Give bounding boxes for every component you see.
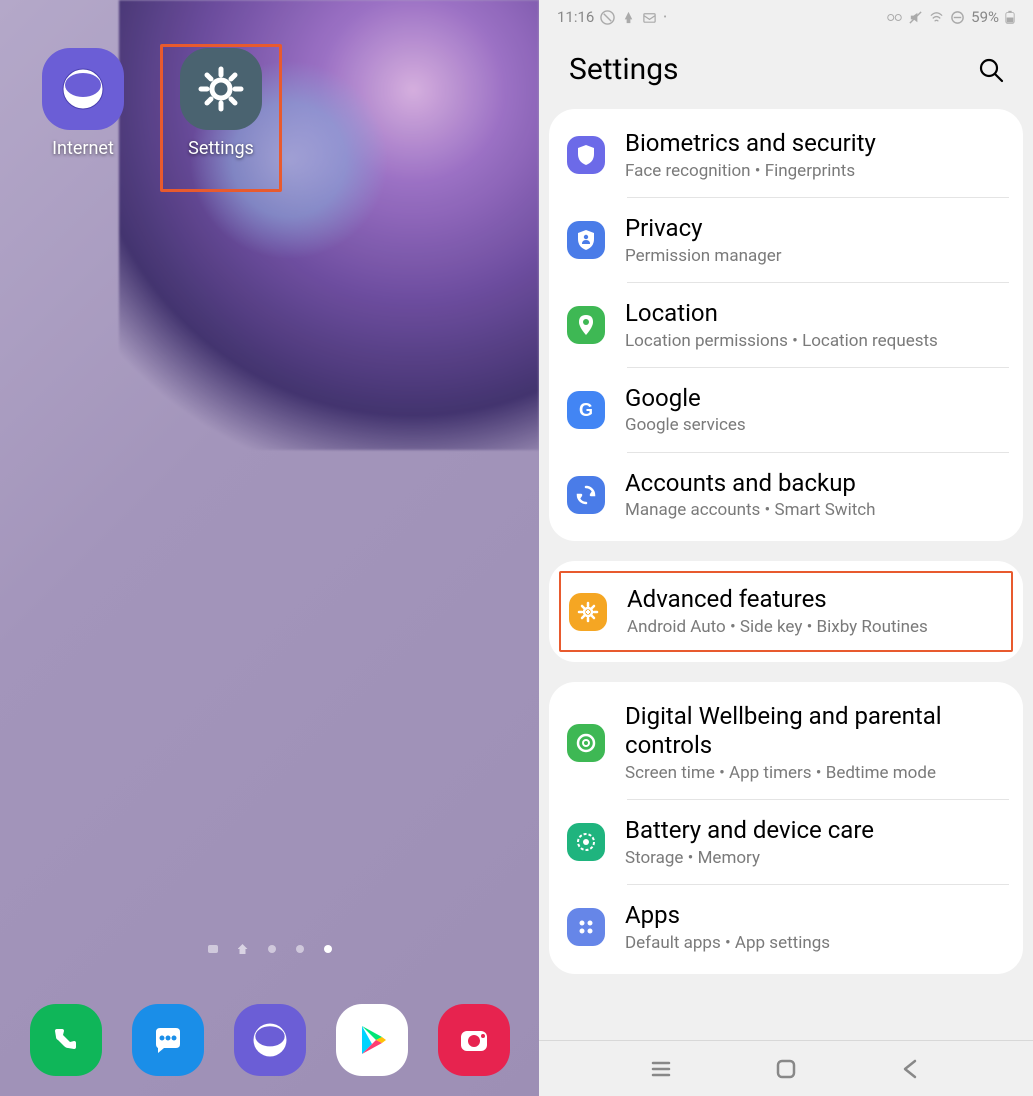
dock-play-store[interactable]	[336, 1004, 408, 1076]
page-dot[interactable]	[268, 945, 276, 953]
item-subtitle: Location permissions • Location requests	[625, 330, 1005, 352]
item-title: Advanced features	[627, 585, 1003, 614]
settings-group: Biometrics and security Face recognition…	[549, 109, 1023, 541]
mute-icon	[908, 10, 923, 25]
item-title: Apps	[625, 901, 1005, 930]
status-icon	[600, 10, 615, 25]
item-title: Battery and device care	[625, 816, 1005, 845]
status-bar: 11:16 • 59%	[539, 0, 1033, 34]
wellbeing-icon	[567, 724, 605, 762]
settings-item-apps[interactable]: Apps Default apps • App settings	[549, 885, 1023, 970]
nav-bar	[539, 1040, 1033, 1096]
dock-camera[interactable]	[438, 1004, 510, 1076]
dock-internet[interactable]	[234, 1004, 306, 1076]
location-pin-icon	[567, 306, 605, 344]
highlight-annotation: Advanced features Android Auto • Side ke…	[559, 571, 1013, 652]
dnd-icon	[950, 10, 965, 25]
app-label: Internet	[52, 138, 114, 159]
dock-messages[interactable]	[132, 1004, 204, 1076]
page-dot-home[interactable]	[238, 944, 248, 954]
nav-recents[interactable]	[647, 1055, 675, 1083]
page-dot[interactable]	[208, 945, 218, 953]
page-title: Settings	[569, 52, 679, 87]
svg-text:G: G	[579, 400, 593, 420]
item-title: Accounts and backup	[625, 469, 1005, 498]
shield-icon	[567, 136, 605, 174]
item-title: Google	[625, 384, 1005, 413]
item-subtitle: Permission manager	[625, 245, 1005, 267]
settings-item-location[interactable]: Location Location permissions • Location…	[549, 283, 1023, 368]
sync-icon	[567, 476, 605, 514]
item-title: Location	[625, 299, 1005, 328]
settings-group: Digital Wellbeing and parental controls …	[549, 682, 1023, 973]
google-icon: G	[567, 391, 605, 429]
settings-icon	[180, 48, 262, 130]
settings-item-advanced[interactable]: Advanced features Android Auto • Side ke…	[561, 573, 1011, 650]
privacy-shield-icon	[567, 221, 605, 259]
dock	[0, 1004, 539, 1076]
dock-phone[interactable]	[30, 1004, 102, 1076]
settings-item-wellbeing[interactable]: Digital Wellbeing and parental controls …	[549, 686, 1023, 800]
item-title: Privacy	[625, 214, 1005, 243]
app-settings[interactable]: Settings	[166, 48, 276, 159]
item-subtitle: Google services	[625, 414, 1005, 436]
page-dot-active[interactable]	[324, 945, 332, 953]
settings-item-biometrics[interactable]: Biometrics and security Face recognition…	[549, 113, 1023, 198]
item-subtitle: Screen time • App timers • Bedtime mode	[625, 762, 1005, 784]
internet-icon	[42, 48, 124, 130]
item-title: Biometrics and security	[625, 129, 1005, 158]
wifi-icon	[929, 10, 944, 25]
item-subtitle: Default apps • App settings	[625, 932, 1005, 954]
app-internet[interactable]: Internet	[28, 48, 138, 159]
item-subtitle: Android Auto • Side key • Bixby Routines	[627, 616, 1003, 638]
settings-item-battery[interactable]: Battery and device care Storage • Memory	[549, 800, 1023, 885]
battery-icon	[1005, 10, 1015, 25]
settings-item-privacy[interactable]: Privacy Permission manager	[549, 198, 1023, 283]
battery-care-icon	[567, 823, 605, 861]
item-subtitle: Storage • Memory	[625, 847, 1005, 869]
advanced-gear-icon	[569, 593, 607, 631]
search-icon[interactable]	[977, 56, 1005, 84]
settings-screen: 11:16 • 59% Settings	[539, 0, 1033, 1096]
item-subtitle: Manage accounts • Smart Switch	[625, 499, 1005, 521]
settings-item-accounts[interactable]: Accounts and backup Manage accounts • Sm…	[549, 453, 1023, 538]
settings-item-google[interactable]: G Google Google services	[549, 368, 1023, 453]
nav-back[interactable]	[897, 1055, 925, 1083]
item-subtitle: Face recognition • Fingerprints	[625, 160, 1005, 182]
item-title: Digital Wellbeing and parental controls	[625, 702, 1005, 760]
app-label: Settings	[188, 138, 254, 159]
notification-icon	[642, 10, 657, 25]
settings-list[interactable]: Biometrics and security Face recognition…	[539, 109, 1033, 1040]
vpn-icon	[887, 10, 902, 25]
page-dot[interactable]	[296, 945, 304, 953]
page-indicator[interactable]	[208, 944, 332, 954]
home-screen: Internet Settings	[0, 0, 539, 1096]
status-time: 11:16	[557, 8, 594, 26]
nav-home[interactable]	[772, 1055, 800, 1083]
apps-grid-icon	[567, 908, 605, 946]
settings-group: Advanced features Android Auto • Side ke…	[549, 561, 1023, 662]
battery-text: 59%	[971, 8, 999, 26]
settings-header: Settings	[539, 34, 1033, 109]
notification-icon	[621, 10, 636, 25]
